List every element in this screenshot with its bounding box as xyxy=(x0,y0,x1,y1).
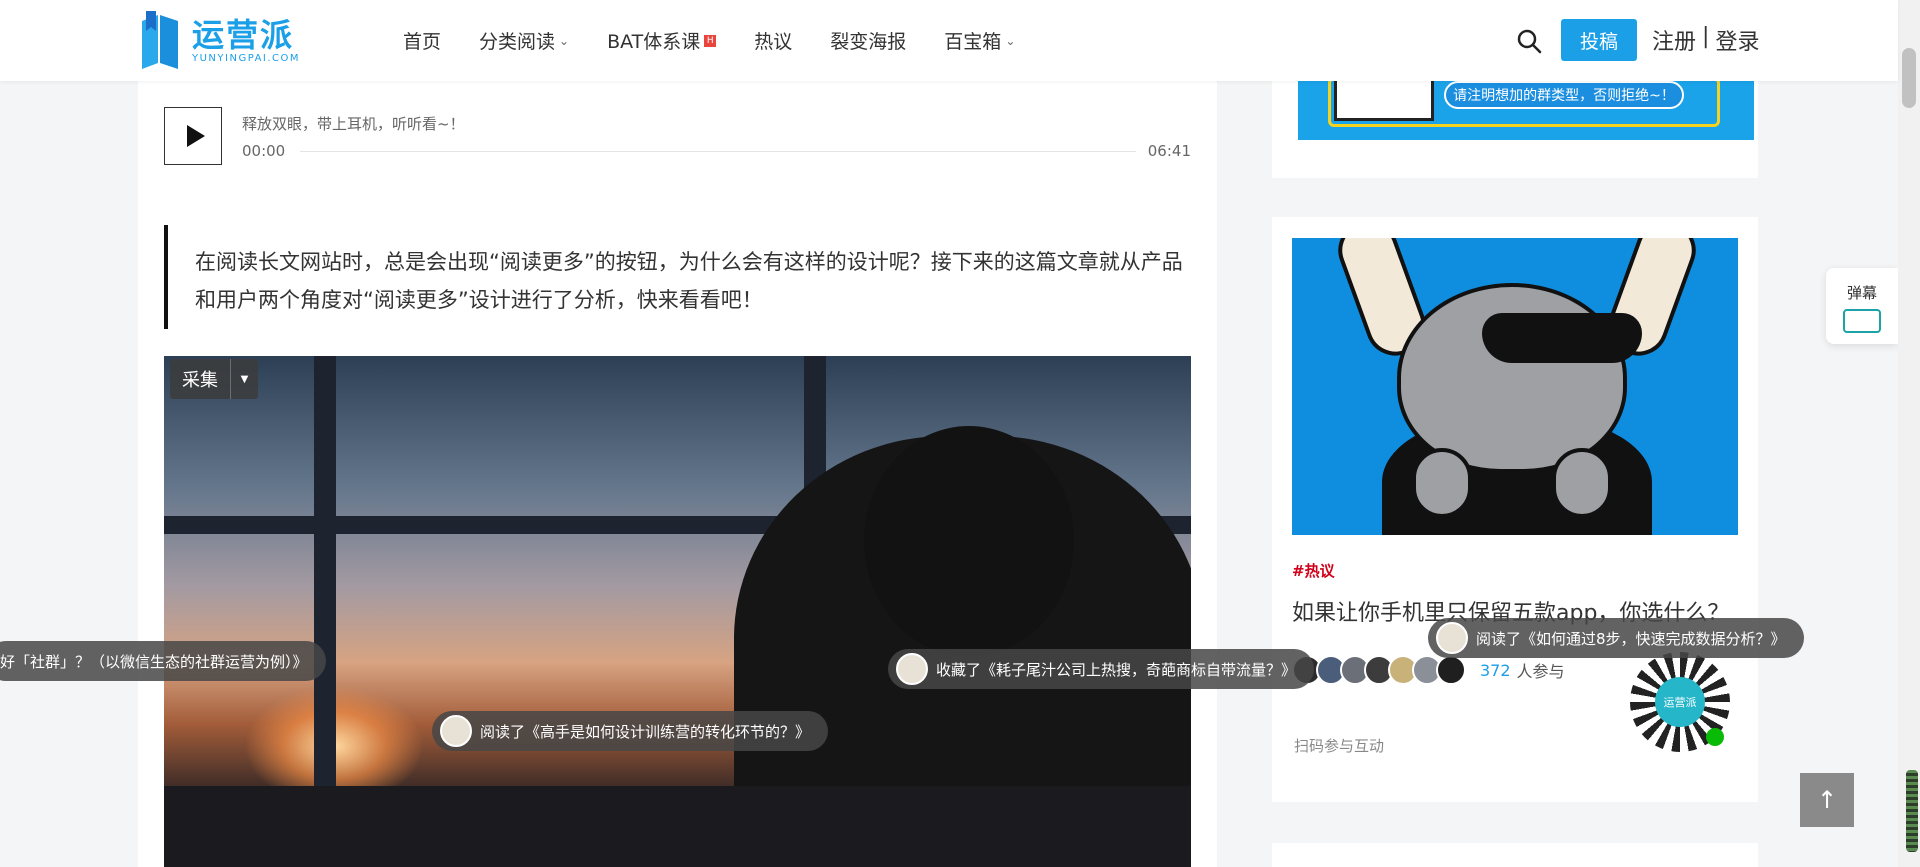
search-icon[interactable] xyxy=(1516,28,1542,54)
page-scrollbar[interactable] xyxy=(1898,0,1920,867)
nav-label: 热议 xyxy=(754,31,793,53)
danmaku-message: 收藏了《耗子尾汁公司上热搜，奇葩商标自带流量？》 xyxy=(888,649,1315,689)
participants-row: 372 人参与 xyxy=(1292,655,1565,685)
article-hero-image: 采集 ▼ xyxy=(164,356,1191,867)
player-duration: 06:41 xyxy=(1147,142,1191,160)
caret-down-icon[interactable]: ▼ xyxy=(230,359,258,399)
danmaku-toggle[interactable]: 弹幕 xyxy=(1826,268,1898,344)
collect-label: 采集 xyxy=(182,370,218,391)
avatar xyxy=(896,653,928,685)
nav-item-home[interactable]: 首页 xyxy=(403,27,441,54)
submit-article-button[interactable]: 投稿 xyxy=(1561,19,1637,61)
sidebar-banner-card: 请注明想加的群类型，否则拒绝~！ xyxy=(1272,81,1758,178)
auth-links: 注册 | 登录 xyxy=(1652,24,1759,56)
site-logo[interactable]: 运营派 YUNYINGPAI.COM xyxy=(138,10,300,70)
chevron-down-icon: ⌄ xyxy=(559,33,570,48)
register-link[interactable]: 注册 xyxy=(1652,24,1696,56)
nav-item-categories[interactable]: 分类阅读 ⌄ xyxy=(479,27,569,54)
nav-item-discussion[interactable]: 热议 xyxy=(754,27,792,54)
article-summary-quote: 在阅读长文网站时，总是会出现“阅读更多”的按钮，为什么会有这样的设计呢？接下来的… xyxy=(164,225,1191,329)
avatar xyxy=(1436,622,1468,654)
danmaku-message: 好「社群」？（以微信生态的社群运营为例）》 xyxy=(0,641,326,681)
nav-item-bat-course[interactable]: BAT体系课 H xyxy=(607,27,717,54)
scrollbar-thumb[interactable] xyxy=(1902,48,1916,108)
danmaku-icon xyxy=(1843,309,1881,333)
illustration-shape xyxy=(1482,313,1642,363)
play-icon xyxy=(186,125,205,147)
avatar xyxy=(1436,655,1466,685)
auth-separator: | xyxy=(1702,24,1710,49)
scan-hint: 扫码参与互动 xyxy=(1294,737,1385,755)
back-to-top-button[interactable]: ↑ xyxy=(1800,773,1854,827)
avatar xyxy=(440,715,472,747)
nav-label: BAT体系课 xyxy=(607,31,701,53)
illustration-shape xyxy=(1397,283,1627,473)
danmaku-text: 阅读了《如何通过8步，快速完成数据分析？》 xyxy=(1476,629,1786,648)
nav-label: 首页 xyxy=(403,31,442,53)
nav-item-posters[interactable]: 裂变海报 xyxy=(830,27,906,54)
player-title: 释放双眼，带上耳机，听听看~！ xyxy=(242,115,465,133)
danmaku-toggle-label: 弹幕 xyxy=(1846,284,1877,302)
qr-center-label: 运营派 xyxy=(1655,677,1705,727)
qr-code-icon xyxy=(1334,81,1434,121)
desk-shape xyxy=(164,786,1191,867)
player-current-time: 00:00 xyxy=(242,142,286,160)
danmaku-text: 阅读了《高手是如何设计训练营的转化环节的？》 xyxy=(480,722,811,741)
mini-program-qr-icon: 运营派 xyxy=(1630,652,1730,752)
hot-badge: H xyxy=(704,34,717,47)
nav-label: 分类阅读 xyxy=(479,31,556,53)
logo-domain: YUNYINGPAI.COM xyxy=(192,52,301,64)
nav-item-toolbox[interactable]: 百宝箱 ⌄ xyxy=(944,27,1015,54)
corner-widget-icon xyxy=(1906,770,1918,852)
chevron-down-icon: ⌄ xyxy=(1005,33,1016,48)
site-header: 运营派 YUNYINGPAI.COM 首页 分类阅读 ⌄ BAT体系课 H 热议 裂… xyxy=(0,0,1898,81)
illustration-shape xyxy=(1412,448,1472,518)
participant-suffix: 人参与 xyxy=(1516,662,1565,681)
banner-message: 请注明想加的群类型，否则拒绝~！ xyxy=(1444,81,1684,109)
hot-topic-card: #热议 如果让你手机里只保留五款app，你选什么？ 372 人参与 扫码参与互动… xyxy=(1272,217,1758,802)
main-nav: 首页 分类阅读 ⌄ BAT体系课 H 热议 裂变海报 百宝箱 ⌄ xyxy=(403,0,1053,81)
audio-player: 释放双眼，带上耳机，听听看~！ 00:00 06:41 xyxy=(164,107,1191,167)
danmaku-message: 阅读了《高手是如何设计训练营的转化环节的？》 xyxy=(432,711,829,751)
group-banner[interactable]: 请注明想加的群类型，否则拒绝~！ xyxy=(1298,81,1754,140)
illustration-shape xyxy=(1552,448,1612,518)
logo-name: 运营派 xyxy=(192,15,295,54)
participant-count: 372 xyxy=(1480,660,1511,680)
nav-label: 百宝箱 xyxy=(944,31,1002,53)
danmaku-text: 好「社群」？（以微信生态的社群运营为例）》 xyxy=(0,652,308,671)
play-button[interactable] xyxy=(164,107,222,165)
hot-topic-image[interactable] xyxy=(1292,238,1738,535)
logo-book-icon xyxy=(138,11,182,69)
collect-button[interactable]: 采集 ▼ xyxy=(170,359,258,399)
player-progress-bar[interactable] xyxy=(300,151,1136,152)
head-silhouette xyxy=(864,426,1074,656)
wechat-icon xyxy=(1706,728,1724,746)
topic-tag[interactable]: #热议 xyxy=(1292,560,1335,581)
danmaku-text: 收藏了《耗子尾汁公司上热搜，奇葩商标自带流量？》 xyxy=(936,660,1297,679)
sidebar-next-card xyxy=(1272,843,1758,867)
nav-label: 裂变海报 xyxy=(830,31,907,53)
login-link[interactable]: 登录 xyxy=(1715,24,1759,56)
danmaku-message: 阅读了《如何通过8步，快速完成数据分析？》 xyxy=(1428,618,1804,658)
